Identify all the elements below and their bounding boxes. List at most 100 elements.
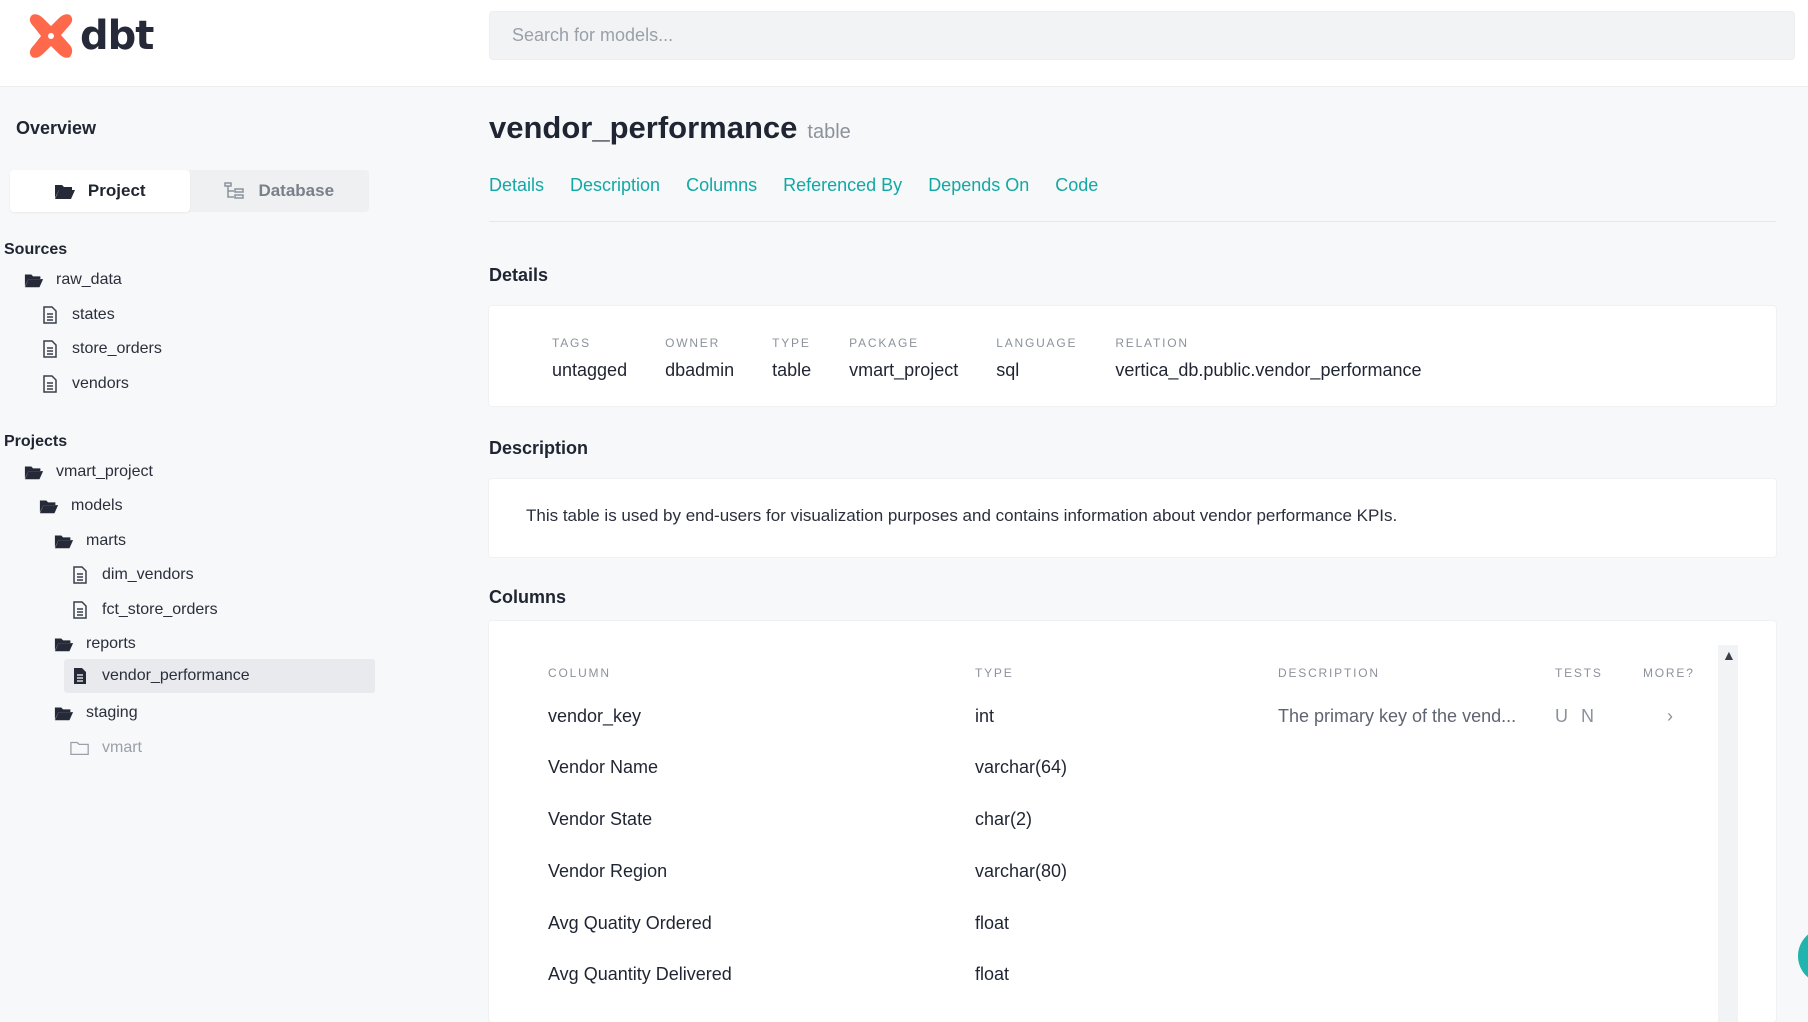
file-icon bbox=[73, 566, 87, 584]
details-card: TAGS untagged OWNER dbadmin TYPE table P… bbox=[489, 306, 1776, 406]
database-tab-label: Database bbox=[258, 181, 335, 200]
scroll-up-arrow-icon[interactable]: ▲ bbox=[1722, 647, 1736, 663]
expand-chevron-icon[interactable]: › bbox=[1667, 702, 1673, 730]
tree-item-label: staging bbox=[86, 704, 138, 721]
tree-item-models[interactable]: models bbox=[39, 489, 123, 523]
file-icon bbox=[43, 340, 57, 358]
col-header-column: COLUMN bbox=[548, 666, 611, 680]
folder-closed-icon bbox=[70, 741, 89, 755]
tree-item-vendors[interactable]: vendors bbox=[40, 367, 129, 401]
column-type: varchar(64) bbox=[975, 757, 1068, 777]
column-type: char(2) bbox=[975, 809, 1033, 829]
project-database-toggle: Project Database bbox=[10, 170, 369, 212]
tree-item-fct-store-orders[interactable]: fct_store_orders bbox=[70, 593, 218, 627]
columns-scrollbar[interactable] bbox=[1718, 645, 1738, 1022]
tree-item-marts[interactable]: marts bbox=[54, 524, 126, 558]
folder-open-icon bbox=[54, 185, 75, 199]
divider bbox=[489, 221, 1776, 222]
tree-item-label: reports bbox=[86, 635, 136, 652]
table-row[interactable]: Vendor Region varchar(80) bbox=[489, 857, 1719, 909]
dbt-logo[interactable]: dbt bbox=[26, 10, 154, 62]
tab-description[interactable]: Description bbox=[570, 175, 660, 196]
section-tabs: Details Description Columns Referenced B… bbox=[489, 175, 1098, 196]
description-card: This table is used by end-users for visu… bbox=[489, 479, 1776, 557]
file-icon bbox=[43, 306, 57, 324]
column-type: int bbox=[975, 706, 995, 726]
table-row[interactable]: Vendor State char(2) bbox=[489, 805, 1719, 857]
column-description: The primary key of the vend... bbox=[1278, 706, 1517, 726]
table-row[interactable]: Vendor Name varchar(64) bbox=[489, 753, 1719, 805]
detail-label: PACKAGE bbox=[849, 336, 919, 350]
tree-item-label: vendor_performance bbox=[102, 667, 250, 684]
tree-item-states[interactable]: states bbox=[40, 298, 115, 332]
tree-item-label: states bbox=[72, 306, 115, 323]
tree-item-dim-vendors[interactable]: dim_vendors bbox=[70, 558, 194, 592]
project-tab[interactable]: Project bbox=[10, 170, 190, 212]
help-chat-button[interactable] bbox=[1798, 928, 1808, 984]
description-text: This table is used by end-users for visu… bbox=[526, 506, 1398, 525]
tree-item-label: store_orders bbox=[72, 340, 162, 357]
columns-card: COLUMN TYPE DESCRIPTION TESTS MORE? vend… bbox=[489, 621, 1776, 1022]
table-row[interactable]: Avg Quatity Ordered float bbox=[489, 909, 1719, 961]
tree-item-staging[interactable]: staging bbox=[54, 696, 138, 730]
tree-item-raw-data[interactable]: raw_data bbox=[24, 263, 122, 297]
file-filled-icon bbox=[74, 668, 86, 684]
folder-open-icon bbox=[39, 500, 59, 514]
detail-tags: TAGS untagged bbox=[552, 336, 627, 381]
detail-type: TYPE table bbox=[772, 336, 811, 381]
details-heading: Details bbox=[489, 265, 549, 285]
columns-heading: Columns bbox=[489, 587, 567, 607]
detail-language: LANGUAGE sql bbox=[996, 336, 1077, 381]
detail-relation: RELATION vertica_db.public.vendor_perfor… bbox=[1115, 336, 1421, 381]
detail-label: TYPE bbox=[772, 336, 811, 350]
detail-label: TAGS bbox=[552, 336, 591, 350]
tree-item-vmart[interactable]: vmart bbox=[70, 731, 142, 765]
folder-open-icon bbox=[54, 535, 74, 549]
column-tests: U N bbox=[1555, 706, 1598, 726]
file-icon bbox=[73, 601, 87, 619]
detail-value: vmart_project bbox=[849, 360, 959, 380]
tree-item-label: vendors bbox=[72, 375, 129, 392]
detail-value: dbadmin bbox=[665, 360, 735, 380]
tree-item-vmart-project[interactable]: vmart_project bbox=[24, 455, 153, 489]
table-row[interactable]: Avg Quantity Delivered float bbox=[489, 960, 1719, 1012]
col-header-tests: TESTS bbox=[1555, 666, 1603, 680]
tab-code[interactable]: Code bbox=[1055, 175, 1098, 196]
tree-item-label: fct_store_orders bbox=[102, 601, 218, 618]
folder-open-icon bbox=[54, 638, 74, 652]
database-tab[interactable]: Database bbox=[190, 170, 370, 212]
tree-item-reports[interactable]: reports bbox=[54, 627, 136, 661]
dbt-logo-icon bbox=[29, 14, 73, 58]
tree-item-store-orders[interactable]: store_orders bbox=[40, 332, 162, 366]
folder-open-icon bbox=[54, 707, 74, 721]
column-type: float bbox=[975, 913, 1010, 933]
tab-depends-on[interactable]: Depends On bbox=[928, 175, 1029, 196]
brand-name: dbt bbox=[80, 13, 154, 59]
detail-label: LANGUAGE bbox=[996, 336, 1078, 350]
description-heading: Description bbox=[489, 438, 589, 458]
table-row[interactable]: vendor_key int The primary key of the ve… bbox=[489, 702, 1719, 754]
tree-item-label: models bbox=[71, 497, 123, 514]
top-bar: dbt bbox=[0, 0, 1808, 87]
tree-item-label: marts bbox=[86, 532, 126, 549]
model-title-row: vendor_performance table bbox=[489, 110, 851, 146]
overview-link[interactable]: Overview bbox=[16, 118, 96, 139]
tab-details[interactable]: Details bbox=[489, 175, 544, 196]
col-header-description: DESCRIPTION bbox=[1278, 666, 1380, 680]
detail-label: OWNER bbox=[665, 336, 721, 350]
tab-referenced-by[interactable]: Referenced By bbox=[783, 175, 902, 196]
column-type: float bbox=[975, 964, 1010, 984]
tree-item-label: raw_data bbox=[56, 271, 122, 288]
search-input[interactable] bbox=[489, 11, 1795, 60]
tree-item-label: vmart_project bbox=[56, 463, 153, 480]
col-header-type: TYPE bbox=[975, 666, 1014, 680]
detail-value: vertica_db.public.vendor_performance bbox=[1115, 360, 1422, 380]
tree-item-vendor-performance[interactable]: vendor_performance bbox=[64, 659, 375, 693]
hierarchy-icon bbox=[224, 182, 245, 199]
column-name: Avg Quatity Ordered bbox=[548, 913, 712, 933]
tab-columns[interactable]: Columns bbox=[686, 175, 757, 196]
model-name: vendor_performance bbox=[489, 110, 798, 145]
detail-package: PACKAGE vmart_project bbox=[849, 336, 958, 381]
detail-label: RELATION bbox=[1115, 336, 1189, 350]
detail-value: table bbox=[772, 360, 812, 380]
